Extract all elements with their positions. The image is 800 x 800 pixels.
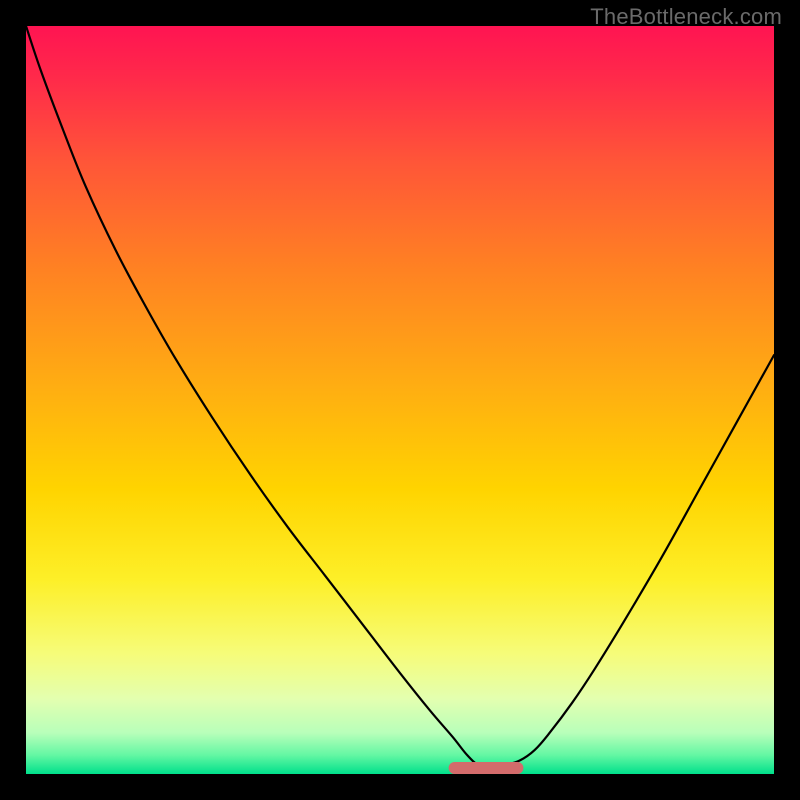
chart-frame: TheBottleneck.com — [0, 0, 800, 800]
gradient-background — [26, 26, 774, 774]
baseline-marker — [449, 762, 524, 774]
plot-area — [26, 26, 774, 774]
chart-svg — [26, 26, 774, 774]
